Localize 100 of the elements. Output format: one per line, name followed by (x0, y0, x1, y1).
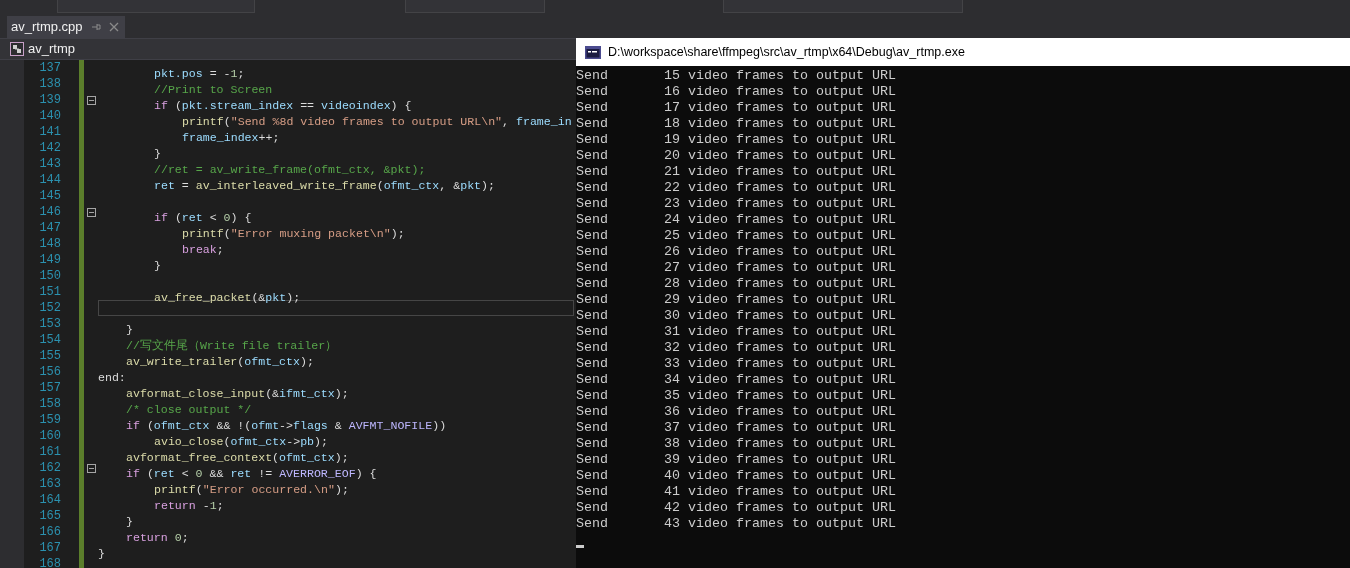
line-number: 148 (38, 236, 61, 252)
line-number: 145 (38, 188, 61, 204)
code-line: end: (98, 370, 126, 386)
console-line: Send 23 video frames to output URL (576, 196, 896, 212)
code-line: printf("Send %8d video frames to output URL\n", frame_in (181, 114, 572, 130)
line-number: 149 (38, 252, 61, 268)
console-line: Send 24 video frames to output URL (576, 212, 896, 228)
code-line: //Print to Screen (153, 82, 273, 98)
line-number: 155 (38, 348, 61, 364)
line-number: 161 (38, 444, 61, 460)
line-number: 151 (38, 284, 61, 300)
line-number: 156 (38, 364, 61, 380)
console-line: Send 34 video frames to output URL (576, 372, 896, 388)
code-line: printf("Error muxing packet\n"); (181, 226, 405, 242)
code-line: return -1; (153, 498, 224, 514)
line-number: 139 (38, 92, 61, 108)
class-icon (10, 42, 24, 56)
code-line: if (ofmt_ctx && !(ofmt->flags & AVFMT_NOFILE)) (125, 418, 447, 434)
code-line: printf("Error occurred.\n"); (153, 482, 349, 498)
console-line: Send 29 video frames to output URL (576, 292, 896, 308)
console-line: Send 40 video frames to output URL (576, 468, 896, 484)
line-number: 168 (38, 556, 61, 568)
console-line: Send 20 video frames to output URL (576, 148, 896, 164)
line-number: 150 (38, 268, 61, 284)
scope-label[interactable]: av_rtmp (28, 39, 75, 59)
console-line: Send 21 video frames to output URL (576, 164, 896, 180)
code-line: if (ret < 0 && ret != AVERROR_EOF) { (125, 466, 377, 482)
code-line: } (125, 514, 133, 530)
line-number: 162 (38, 460, 61, 476)
console-line: Send 37 video frames to output URL (576, 420, 896, 436)
console-line: Send 43 video frames to output URL (576, 516, 896, 532)
line-number: 157 (38, 380, 61, 396)
code-line: } (125, 322, 133, 338)
console-line: Send 17 video frames to output URL (576, 100, 896, 116)
line-number: 141 (38, 124, 61, 140)
console-line: Send 15 video frames to output URL (576, 68, 896, 84)
pin-icon[interactable] (90, 22, 101, 32)
code-line: //ret = av_write_frame(ofmt_ctx, &pkt); (153, 162, 426, 178)
line-number: 160 (38, 428, 61, 444)
console-line: Send 27 video frames to output URL (576, 260, 896, 276)
console-line: Send 35 video frames to output URL (576, 388, 896, 404)
line-number: 143 (38, 156, 61, 172)
console-line: Send 38 video frames to output URL (576, 436, 896, 452)
line-number: 164 (38, 492, 61, 508)
console-line: Send 39 video frames to output URL (576, 452, 896, 468)
console-line: Send 32 video frames to output URL (576, 340, 896, 356)
code-line: } (153, 258, 161, 274)
console-line: Send 31 video frames to output URL (576, 324, 896, 340)
console-line: Send 16 video frames to output URL (576, 84, 896, 100)
console-line: Send 19 video frames to output URL (576, 132, 896, 148)
line-number: 146 (38, 204, 61, 220)
code-line: avio_close(ofmt_ctx->pb); (153, 434, 328, 450)
line-number: 142 (38, 140, 61, 156)
console-icon (585, 45, 601, 59)
close-icon[interactable] (108, 22, 119, 32)
console-line: Send 25 video frames to output URL (576, 228, 896, 244)
code-line: } (98, 546, 105, 562)
window-title: D:\workspace\share\ffmpeg\src\av_rtmp\x64\Debug\av_rtmp.exe (608, 43, 965, 61)
code-line: frame_index++; (181, 130, 280, 146)
code-line: /* close output */ (125, 402, 252, 418)
code-line: av_free_packet(&pkt); (153, 290, 301, 306)
line-number: 163 (38, 476, 61, 492)
code-line: if (pkt.stream_index == videoindex) { (153, 98, 412, 114)
code-line: avformat_close_input(&ifmt_ctx); (125, 386, 349, 402)
line-number: 165 (38, 508, 61, 524)
code-line: break; (181, 242, 224, 258)
line-number: 147 (38, 220, 61, 236)
code-line: ret = av_interleaved_write_frame(ofmt_ctx, &pkt); (153, 178, 495, 194)
collapse-icon[interactable] (87, 95, 96, 105)
console-line: Send 30 video frames to output URL (576, 308, 896, 324)
console-line: Send 42 video frames to output URL (576, 500, 896, 516)
line-number: 138 (38, 76, 61, 92)
line-number: 158 (38, 396, 61, 412)
code-line: avformat_free_context(ofmt_ctx); (125, 450, 349, 466)
line-number: 152 (38, 300, 61, 316)
console-line: Send 28 video frames to output URL (576, 276, 896, 292)
line-number: 154 (38, 332, 61, 348)
line-number: 166 (38, 524, 61, 540)
code-line: if (ret < 0) { (153, 210, 252, 226)
line-number: 159 (38, 412, 61, 428)
collapse-icon[interactable] (87, 207, 96, 217)
console-line: Send 41 video frames to output URL (576, 484, 896, 500)
text-cursor (576, 545, 584, 548)
line-number: 137 (38, 60, 61, 76)
console-line: Send 36 video frames to output URL (576, 404, 896, 420)
document-tab[interactable]: av_rtmp.cpp (7, 16, 125, 38)
console-line: Send 26 video frames to output URL (576, 244, 896, 260)
line-number: 144 (38, 172, 61, 188)
collapse-icon[interactable] (87, 463, 96, 473)
code-line: } (153, 146, 161, 162)
code-line: return 0; (125, 530, 189, 546)
console-line: Send 33 video frames to output URL (576, 356, 896, 372)
console-line: Send 22 video frames to output URL (576, 180, 896, 196)
line-number: 153 (38, 316, 61, 332)
line-number: 140 (38, 108, 61, 124)
line-number: 167 (38, 540, 61, 556)
console-line: Send 18 video frames to output URL (576, 116, 896, 132)
code-line: av_write_trailer(ofmt_ctx); (125, 354, 314, 370)
code-line: pkt.pos = -1; (153, 66, 245, 82)
code-line: //写文件尾（Write file trailer） (125, 338, 338, 354)
